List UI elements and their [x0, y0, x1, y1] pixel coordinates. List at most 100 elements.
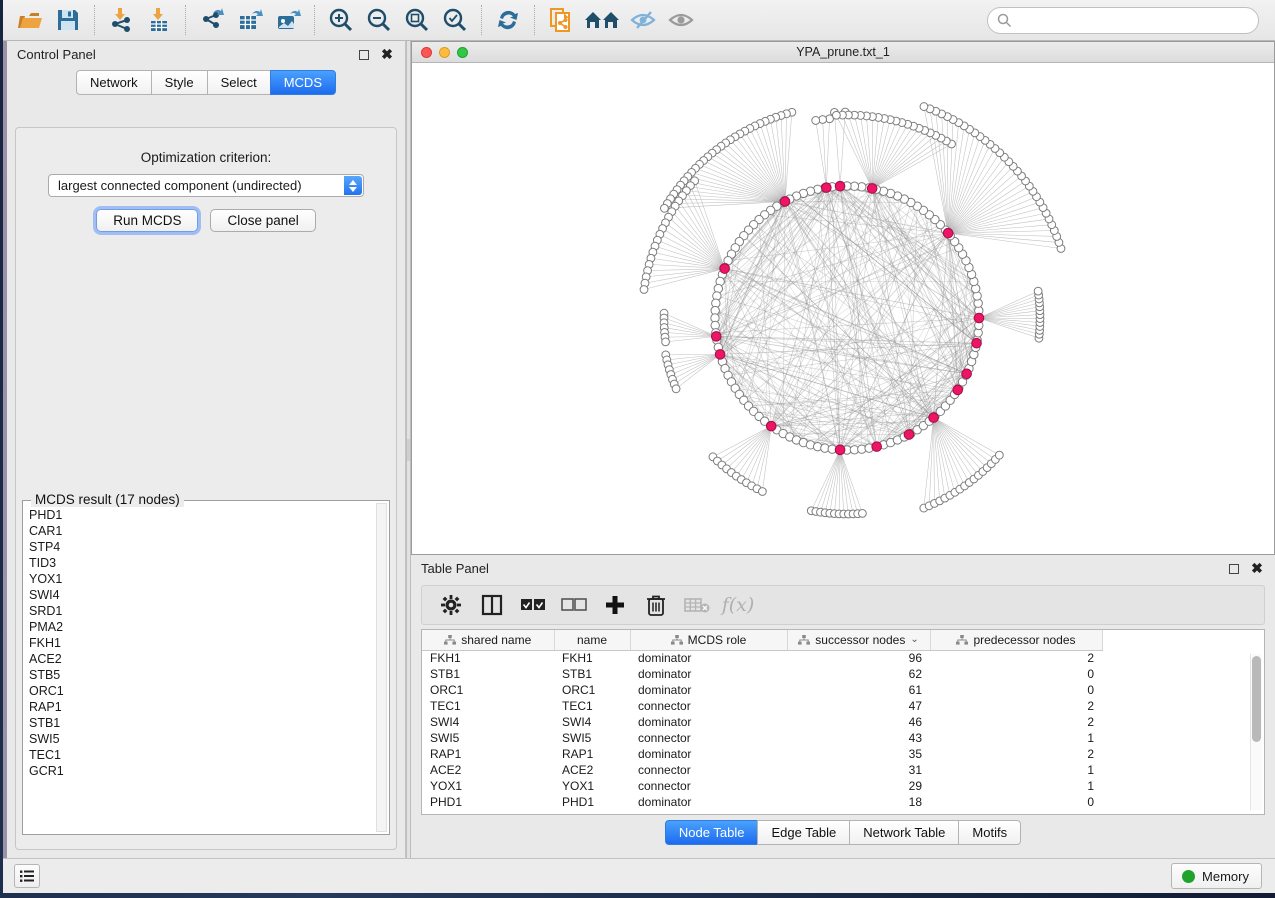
mcds-hub-node[interactable] — [962, 369, 972, 379]
table-cell[interactable]: dominator — [630, 746, 787, 762]
table-cell[interactable]: YOX1 — [554, 778, 630, 794]
table-cell[interactable]: connector — [630, 762, 787, 778]
network-leaf-node[interactable] — [858, 509, 866, 517]
tab-motifs[interactable]: Motifs — [958, 820, 1021, 845]
mcds-result-item[interactable]: YOX1 — [27, 571, 375, 587]
mcds-result-item[interactable]: SWI4 — [27, 587, 375, 603]
mcds-hub-node[interactable] — [720, 264, 730, 274]
table-cell[interactable]: 1 — [930, 778, 1102, 794]
zoom-out-button[interactable] — [360, 3, 398, 37]
mcds-hub-node[interactable] — [715, 350, 725, 360]
deselect-all-columns-button[interactable] — [557, 589, 591, 621]
network-leaf-node[interactable] — [672, 385, 680, 393]
mcds-result-item[interactable]: PHD1 — [27, 507, 375, 523]
table-cell[interactable]: dominator — [630, 682, 787, 698]
table-cell[interactable]: TEC1 — [422, 698, 554, 714]
table-cell[interactable]: 1 — [930, 730, 1102, 746]
tab-network[interactable]: Network — [76, 70, 151, 95]
table-cell[interactable]: 43 — [787, 730, 930, 746]
table-cell[interactable]: connector — [630, 698, 787, 714]
table-cell[interactable]: ORC1 — [554, 682, 630, 698]
table-cell[interactable]: 29 — [787, 778, 930, 794]
network-leaf-node[interactable] — [661, 204, 669, 212]
first-neighbors-button[interactable] — [580, 3, 624, 37]
table-cell[interactable]: connector — [630, 730, 787, 746]
zoom-selected-button[interactable] — [436, 3, 474, 37]
network-graph[interactable] — [412, 63, 1274, 554]
mcds-result-item[interactable]: CAR1 — [27, 523, 375, 539]
tab-style[interactable]: Style — [151, 70, 207, 95]
table-cell[interactable]: SWI5 — [554, 730, 630, 746]
mcds-result-item[interactable]: RAP1 — [27, 699, 375, 715]
table-cell[interactable]: TEC1 — [554, 698, 630, 714]
mcds-result-item[interactable]: ACE2 — [27, 651, 375, 667]
select-all-columns-button[interactable] — [516, 589, 550, 621]
zoom-in-button[interactable] — [322, 3, 360, 37]
memory-button[interactable]: Memory — [1171, 863, 1262, 889]
task-history-button[interactable] — [14, 864, 40, 888]
table-cell[interactable]: 1 — [930, 762, 1102, 778]
delete-column-button[interactable] — [639, 589, 673, 621]
column-header-MCDS-role[interactable]: MCDS role — [630, 630, 787, 650]
float-table-panel-icon[interactable] — [1226, 561, 1242, 577]
table-cell[interactable]: 0 — [930, 682, 1102, 698]
mcds-hub-node[interactable] — [711, 332, 721, 342]
table-row[interactable]: PHD1PHD1dominator180 — [422, 794, 1102, 810]
mcds-result-item[interactable]: ORC1 — [27, 683, 375, 699]
table-settings-button[interactable] — [434, 589, 468, 621]
table-row[interactable]: RAP1RAP1dominator352 — [422, 746, 1102, 762]
zoom-fit-button[interactable] — [398, 3, 436, 37]
mcds-hub-node[interactable] — [835, 181, 845, 191]
import-table-button[interactable] — [140, 3, 178, 37]
mcds-hub-node[interactable] — [972, 338, 982, 348]
table-cell[interactable]: YOX1 — [422, 778, 554, 794]
table-cell[interactable]: STB1 — [422, 666, 554, 682]
network-leaf-node[interactable] — [920, 103, 928, 111]
mcds-hub-node[interactable] — [822, 183, 832, 193]
result-list-scrollbar[interactable] — [376, 503, 387, 832]
network-leaf-node[interactable] — [832, 111, 840, 119]
table-cell[interactable]: 0 — [930, 794, 1102, 810]
table-row[interactable]: ACE2ACE2connector311 — [422, 762, 1102, 778]
table-cell[interactable]: 2 — [930, 714, 1102, 730]
table-row[interactable]: SWI5SWI5connector431 — [422, 730, 1102, 746]
table-cell[interactable]: dominator — [630, 650, 787, 666]
mcds-hub-node[interactable] — [780, 197, 790, 207]
table-row[interactable]: YOX1YOX1connector291 — [422, 778, 1102, 794]
table-cell[interactable]: FKH1 — [554, 650, 630, 666]
show-all-button[interactable] — [662, 3, 700, 37]
splitter-grip[interactable] — [407, 439, 410, 461]
table-row[interactable]: ORC1ORC1dominator610 — [422, 682, 1102, 698]
table-cell[interactable]: connector — [630, 778, 787, 794]
table-cell[interactable]: 46 — [787, 714, 930, 730]
mcds-result-item[interactable]: STP4 — [27, 539, 375, 555]
mcds-result-item[interactable]: STB5 — [27, 667, 375, 683]
float-panel-icon[interactable] — [356, 47, 372, 63]
refresh-layout-button[interactable] — [489, 3, 527, 37]
table-cell[interactable]: 0 — [930, 666, 1102, 682]
close-panel-button[interactable]: Close panel — [210, 209, 315, 232]
mcds-hub-node[interactable] — [953, 385, 963, 395]
table-scrollbar[interactable] — [1250, 654, 1262, 810]
open-session-button[interactable] — [11, 3, 49, 37]
mcds-result-item[interactable]: SWI5 — [27, 731, 375, 747]
mcds-result-item[interactable]: FKH1 — [27, 635, 375, 651]
export-image-button[interactable] — [269, 3, 307, 37]
table-cell[interactable]: FKH1 — [422, 650, 554, 666]
save-session-button[interactable] — [49, 3, 87, 37]
table-cell[interactable]: dominator — [630, 794, 787, 810]
tab-select[interactable]: Select — [207, 70, 270, 95]
mcds-result-item[interactable]: GCR1 — [27, 763, 375, 779]
mcds-hub-node[interactable] — [904, 430, 914, 440]
table-cell[interactable]: 2 — [930, 746, 1102, 762]
table-cell[interactable]: 31 — [787, 762, 930, 778]
table-cell[interactable]: SWI4 — [422, 714, 554, 730]
column-header-name[interactable]: name — [554, 630, 630, 650]
table-cell[interactable]: RAP1 — [422, 746, 554, 762]
mcds-hub-node[interactable] — [974, 313, 984, 323]
table-row[interactable]: FKH1FKH1dominator962 — [422, 650, 1102, 666]
table-cell[interactable]: PHD1 — [554, 794, 630, 810]
table-row[interactable]: TEC1TEC1connector472 — [422, 698, 1102, 714]
network-leaf-node[interactable] — [812, 117, 820, 125]
network-leaf-node[interactable] — [662, 338, 670, 346]
